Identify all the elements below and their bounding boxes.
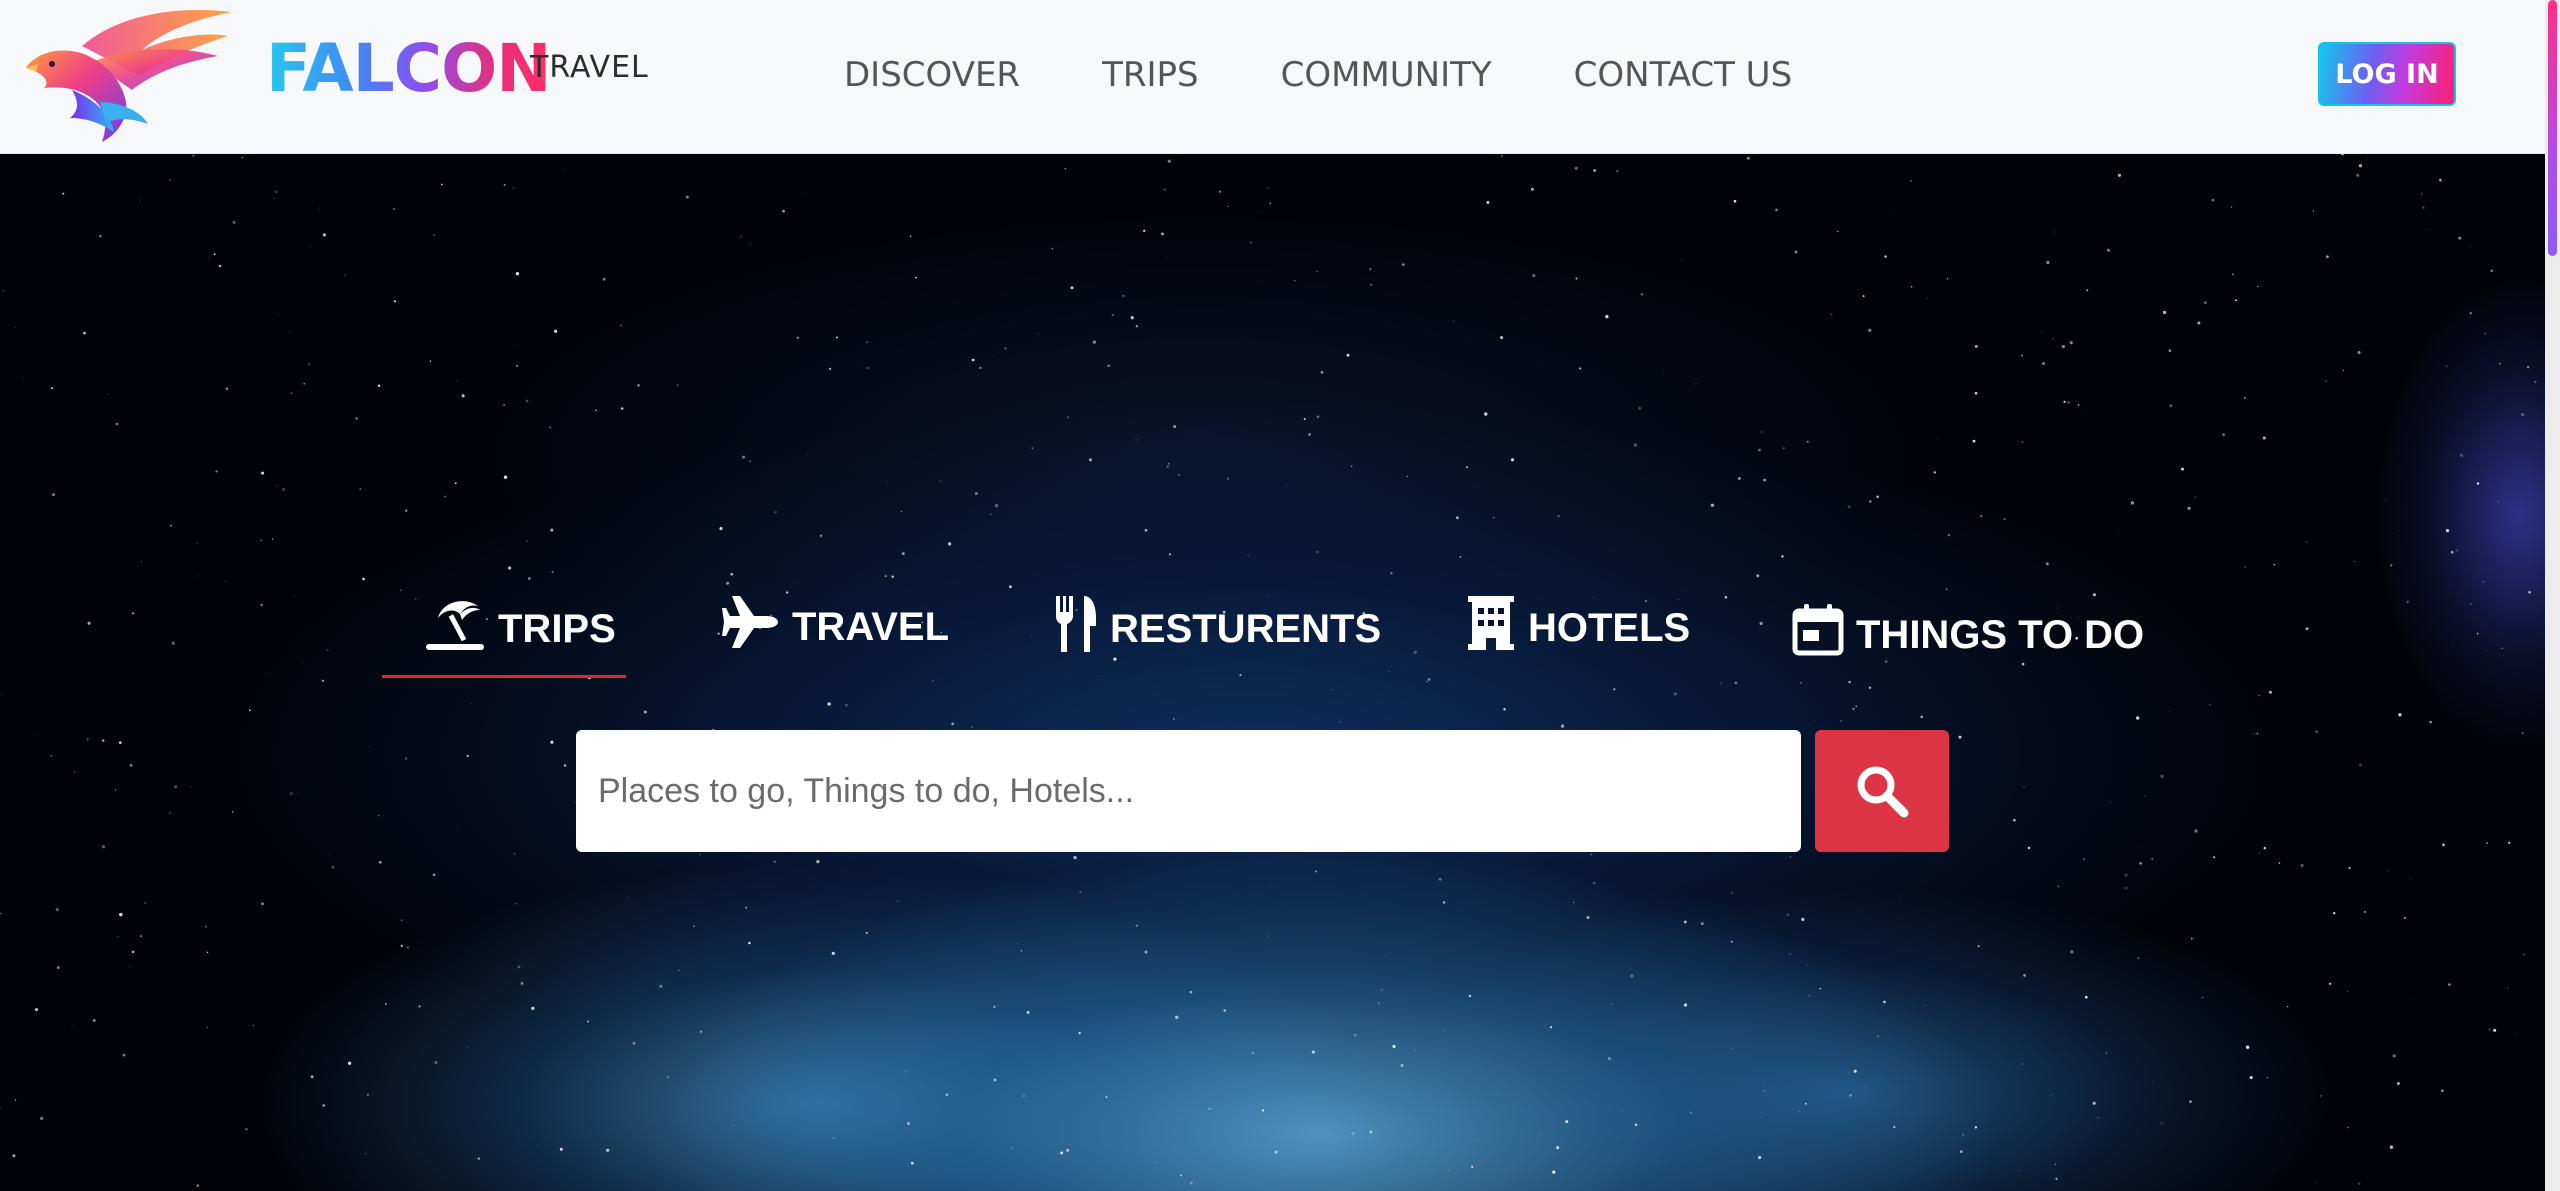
- tab-hotels[interactable]: HOTELS: [1466, 596, 1690, 660]
- page-scrollbar[interactable]: [2545, 0, 2560, 1191]
- home-logo-link[interactable]: FALCON TRAVEL: [22, 6, 662, 146]
- falcon-logo-icon: [26, 9, 232, 142]
- search-input[interactable]: [576, 730, 1801, 852]
- tab-travel-label: TRAVEL: [792, 604, 950, 649]
- brand-name: FALCON: [266, 30, 551, 107]
- nav-link-contact-us[interactable]: CONTACT US: [1574, 50, 1793, 100]
- calendar-icon: [1792, 604, 1844, 666]
- hotel-building-icon: [1466, 596, 1516, 660]
- tab-things-to-do[interactable]: THINGS TO DO: [1792, 604, 2144, 666]
- nav-link-trips[interactable]: TRIPS: [1102, 50, 1199, 100]
- main-nav: DISCOVER TRIPS COMMUNITY CONTACT US: [844, 50, 1874, 100]
- category-tabs: TRIPS TRAVEL RESTURENTS HOTELS THINGS TO…: [0, 154, 2545, 1191]
- tab-travel[interactable]: TRAVEL: [722, 596, 949, 658]
- nav-link-community[interactable]: COMMUNITY: [1281, 50, 1492, 100]
- active-tab-indicator: [382, 675, 626, 678]
- nav-link-discover[interactable]: DISCOVER: [844, 50, 1020, 100]
- search-button[interactable]: [1815, 730, 1949, 852]
- tab-trips[interactable]: TRIPS: [424, 596, 616, 662]
- airplane-icon: [722, 596, 780, 658]
- brand-subtitle: TRAVEL: [530, 50, 649, 85]
- utensils-icon: [1054, 596, 1098, 662]
- scrollbar-thumb[interactable]: [2548, 0, 2557, 256]
- tab-hotels-label: HOTELS: [1528, 605, 1691, 650]
- search-icon: [1857, 766, 1909, 818]
- beach-umbrella-icon: [424, 596, 486, 662]
- tab-resturents[interactable]: RESTURENTS: [1054, 596, 1381, 662]
- tab-resturents-label: RESTURENTS: [1110, 606, 1382, 651]
- tab-things-to-do-label: THINGS TO DO: [1856, 612, 2145, 657]
- top-navbar: FALCON TRAVEL DISCOVER TRIPS COMMUNITY C…: [0, 0, 2545, 154]
- hero-section: TRIPS TRAVEL RESTURENTS HOTELS THINGS TO…: [0, 154, 2545, 1191]
- tab-trips-label: TRIPS: [498, 606, 616, 651]
- login-button[interactable]: LOG IN: [2318, 42, 2456, 106]
